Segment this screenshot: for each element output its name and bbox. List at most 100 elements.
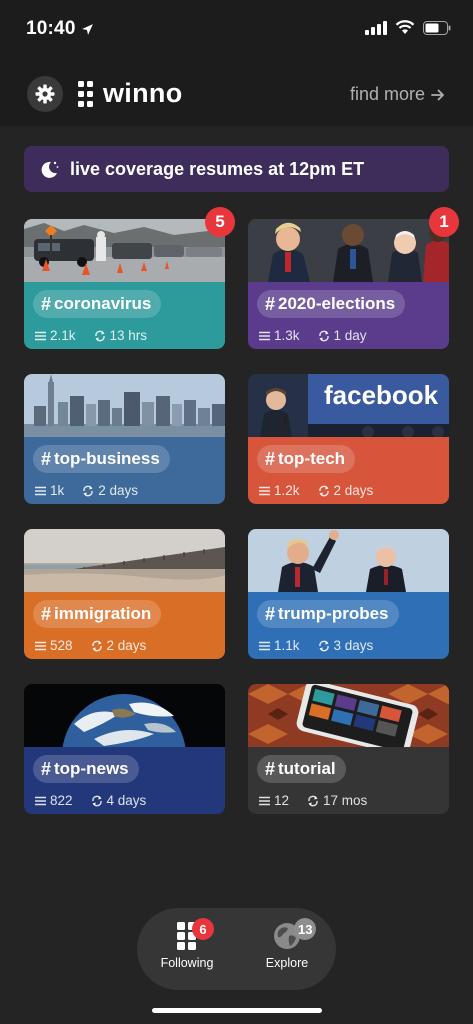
hashtag-icon: #: [41, 758, 52, 779]
last-updated: 17 mos: [307, 793, 367, 808]
gear-icon: [35, 84, 55, 104]
topic-meta: 1.1k 3 days: [259, 638, 373, 653]
topic-card-top-business[interactable]: # top-business 1k 2 days: [24, 374, 225, 504]
refresh-icon: [83, 485, 94, 496]
following-label: Following: [160, 956, 214, 970]
last-updated: 3 days: [318, 638, 374, 653]
last-updated-text: 2 days: [333, 483, 374, 498]
following-badge: 6: [192, 918, 214, 940]
topic-meta: 528 2 days: [35, 638, 146, 653]
topic-meta: 822 4 days: [35, 793, 146, 808]
topic-card-2020-elections[interactable]: # 2020-elections 1.3k 1 day 1: [248, 207, 459, 349]
topic-card-coronavirus[interactable]: # coronavirus 2.1k 13 hrs 5: [24, 207, 235, 349]
article-count-text: 1.3k: [274, 328, 300, 343]
location-arrow-icon: [81, 23, 93, 35]
moon-icon: [41, 161, 59, 178]
topic-tag-pill: # top-tech: [257, 445, 356, 473]
explore-badge: 13: [294, 918, 317, 940]
list-icon: [259, 641, 270, 650]
topic-card-top-tech[interactable]: facebook # top-tech 1.2k 2 days: [248, 374, 449, 504]
facebook-sign-text: facebook: [324, 380, 439, 410]
refresh-icon: [94, 330, 105, 341]
last-updated: 1 day: [318, 328, 367, 343]
explore-label: Explore: [265, 956, 309, 970]
status-bar: 10:40: [0, 0, 473, 58]
topic-card-body: # trump-probes 1.1k 3 days: [248, 592, 449, 659]
last-updated: 2 days: [318, 483, 374, 498]
battery-icon: [423, 20, 451, 35]
last-updated-text: 3 days: [333, 638, 374, 653]
article-count: 1.2k: [259, 483, 300, 498]
refresh-icon: [318, 330, 329, 341]
article-count: 1.3k: [259, 328, 300, 343]
last-updated: 2 days: [82, 483, 138, 498]
hashtag-icon: #: [41, 448, 52, 469]
winno-logo: winno: [78, 78, 182, 109]
topic-card-trump-probes[interactable]: # trump-probes 1.1k 3 days: [248, 529, 449, 659]
topic-card-body: # top-tech 1.2k 2 days: [248, 437, 449, 504]
topic-meta: 1k 2 days: [35, 483, 138, 498]
topic-tag-pill: # 2020-elections: [257, 290, 406, 318]
unread-badge: 5: [205, 207, 235, 237]
article-count: 822: [35, 793, 73, 808]
topic-tag-label: top-news: [54, 759, 129, 778]
hashtag-icon: #: [265, 293, 276, 314]
last-updated: 13 hrs: [94, 328, 148, 343]
list-icon: [35, 331, 46, 340]
wifi-icon: [395, 20, 415, 34]
topic-tag-label: tutorial: [278, 759, 336, 778]
topic-image-coronavirus: [24, 219, 225, 282]
list-icon: [35, 486, 46, 495]
topic-tag-pill: # top-business: [33, 445, 170, 473]
topic-tag-label: coronavirus: [54, 294, 152, 313]
topic-image-top-business: [24, 374, 225, 437]
settings-button[interactable]: [27, 76, 63, 112]
list-icon: [259, 331, 270, 340]
topic-tag-label: 2020-elections: [278, 294, 396, 313]
topic-tag-label: top-business: [54, 449, 160, 468]
topic-tag-pill: # top-news: [33, 755, 139, 783]
unread-badge: 1: [429, 207, 459, 237]
article-count: 12: [259, 793, 289, 808]
topic-meta: 12 17 mos: [259, 793, 367, 808]
tab-explore[interactable]: Explore 13: [252, 918, 322, 970]
topic-tag-pill: # immigration: [33, 600, 162, 628]
article-count: 1.1k: [259, 638, 300, 653]
article-count: 528: [35, 638, 73, 653]
last-updated-text: 2 days: [106, 638, 147, 653]
list-icon: [259, 486, 270, 495]
list-icon: [35, 641, 46, 650]
app-header: winno find more: [0, 58, 473, 126]
article-count: 2.1k: [35, 328, 76, 343]
list-icon: [259, 796, 270, 805]
find-more-link[interactable]: find more: [350, 84, 445, 105]
topic-image-2020-elections: [248, 219, 449, 282]
topic-card-body: # top-news 822 4 days: [24, 747, 225, 814]
hashtag-icon: #: [265, 758, 276, 779]
topic-card-body: # top-business 1k 2 days: [24, 437, 225, 504]
topic-tag-pill: # tutorial: [257, 755, 346, 783]
arrow-right-icon: [431, 89, 444, 100]
topic-card-immigration[interactable]: # immigration 528 2 days: [24, 529, 225, 659]
live-coverage-banner[interactable]: live coverage resumes at 12pm ET: [24, 146, 449, 192]
logo-text: winno: [103, 78, 183, 108]
tab-following[interactable]: Following 6: [152, 918, 222, 970]
topic-card-tutorial[interactable]: # tutorial 12 17 mos: [248, 684, 449, 814]
hashtag-icon: #: [265, 603, 276, 624]
last-updated-text: 13 hrs: [109, 328, 148, 343]
status-time: 10:40: [26, 18, 94, 40]
topic-card-top-news[interactable]: # top-news 822 4 days: [24, 684, 225, 814]
status-icons: [365, 20, 451, 35]
topic-image-top-tech: facebook: [248, 374, 449, 437]
last-updated-text: 4 days: [106, 793, 147, 808]
topic-card-body: # immigration 528 2 days: [24, 592, 225, 659]
topic-meta: 1.2k 2 days: [259, 483, 373, 498]
winno-logo-icon: [78, 80, 93, 107]
refresh-icon: [318, 640, 329, 651]
topic-tag-pill: # trump-probes: [257, 600, 399, 628]
article-count-text: 528: [50, 638, 73, 653]
last-updated-text: 2 days: [98, 483, 139, 498]
topic-tag-label: immigration: [54, 604, 152, 623]
refresh-icon: [91, 795, 102, 806]
topic-tag-pill: # coronavirus: [33, 290, 162, 318]
